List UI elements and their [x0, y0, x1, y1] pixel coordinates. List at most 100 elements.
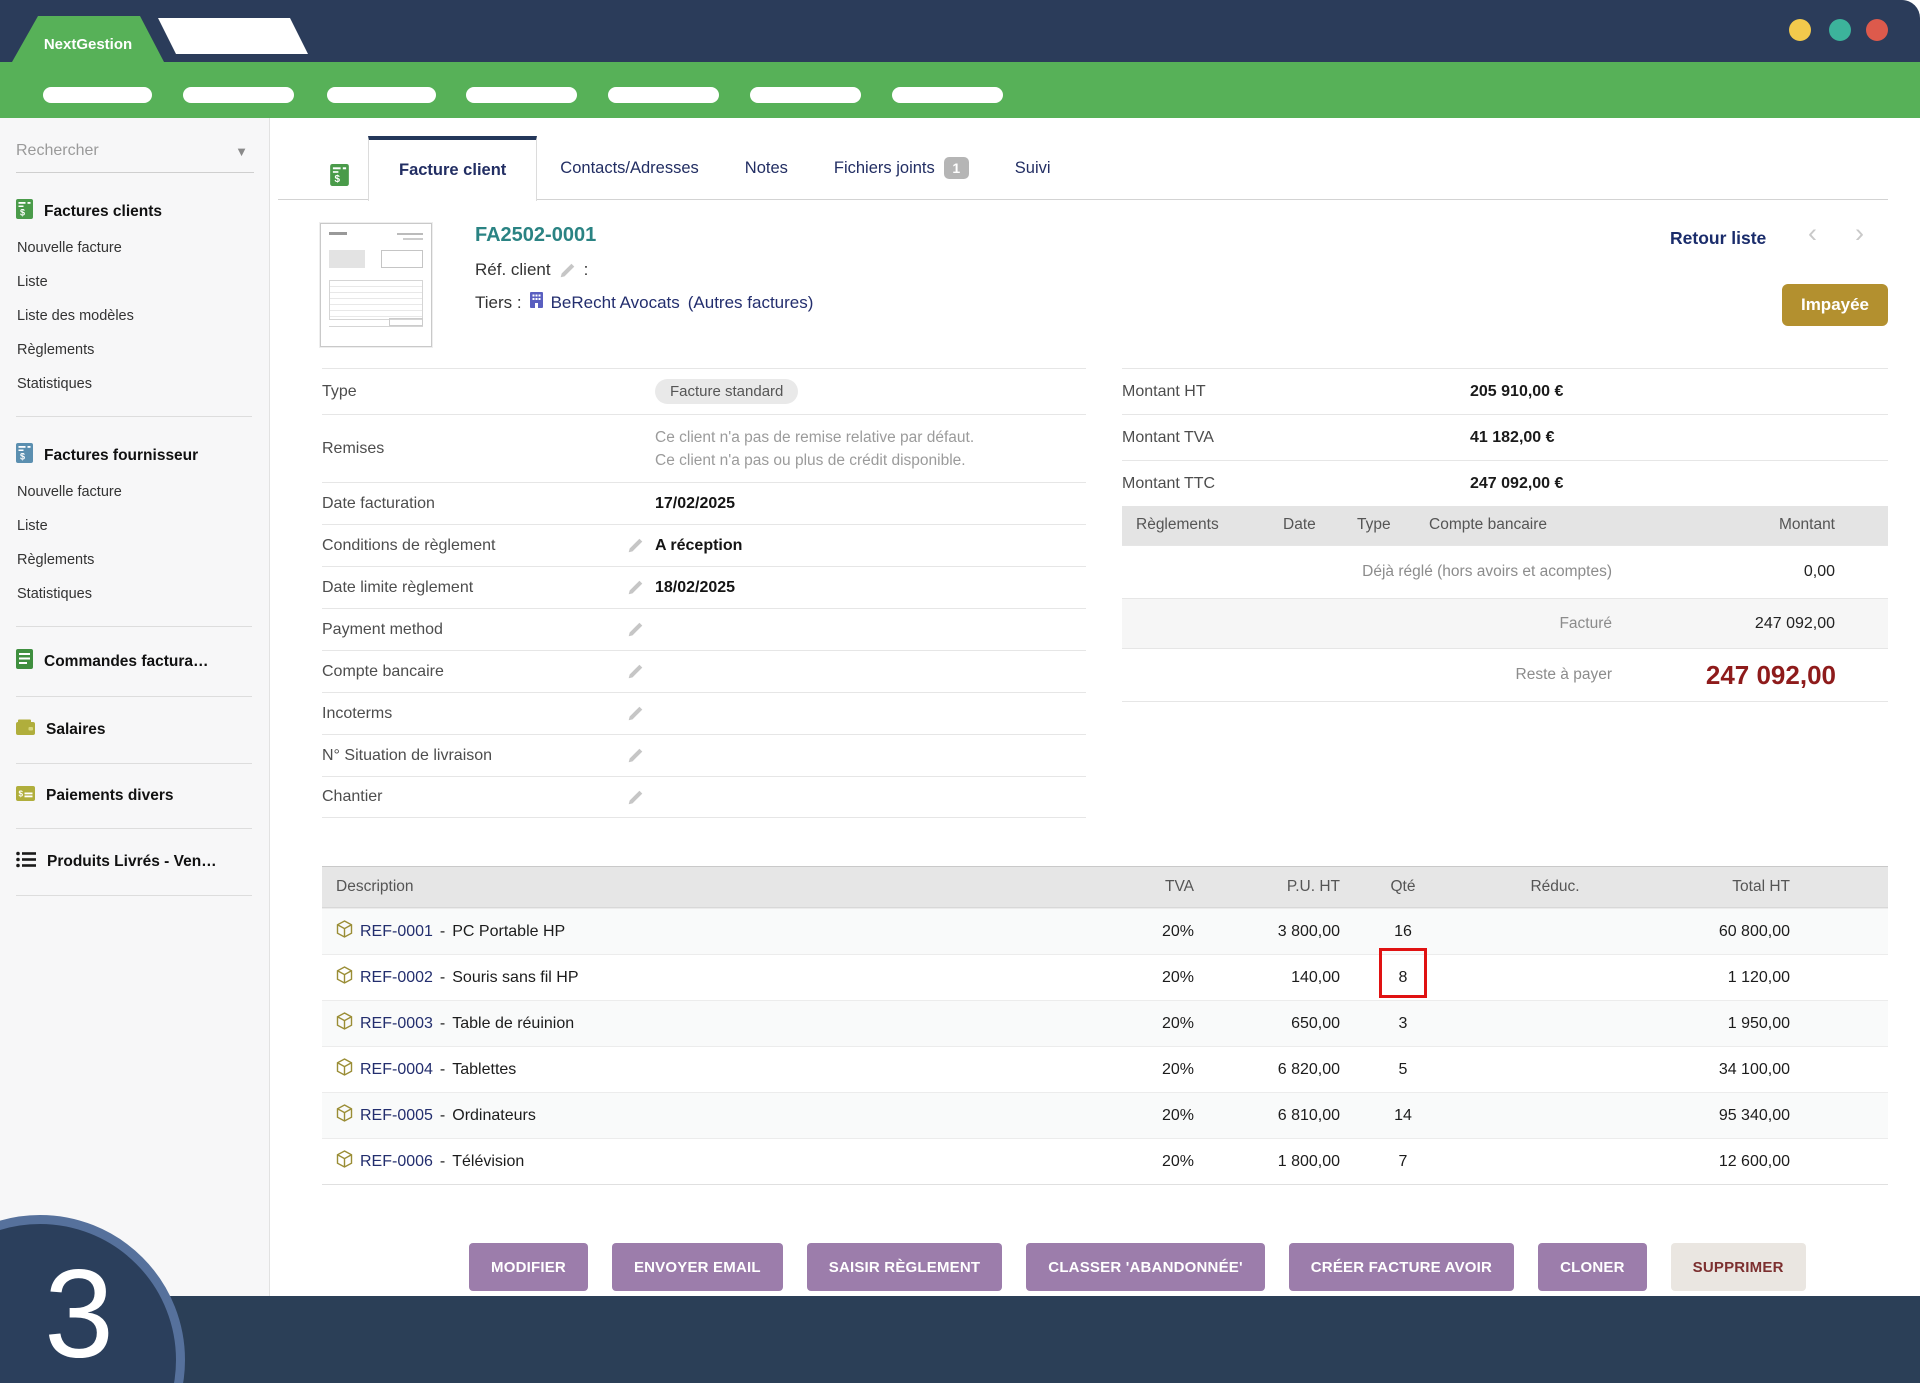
chevron-down-icon[interactable]: ▼ — [235, 144, 248, 159]
invoice-tab-icon: $ — [330, 164, 349, 191]
sidebar-title-factures-fournisseur[interactable]: $ Factures fournisseur — [16, 443, 253, 468]
product-ref-link[interactable]: REF-0002 — [360, 969, 433, 987]
sidebar-title-salaires[interactable]: Salaires — [16, 719, 253, 741]
detail-row-type: Type Facture standard — [322, 368, 1086, 414]
invoice-blue-icon: $ — [16, 443, 33, 468]
edit-pencil-icon[interactable] — [627, 621, 655, 638]
tab-fichiers-joints[interactable]: Fichiers joints 1 — [811, 136, 992, 200]
list-icon — [16, 851, 36, 873]
product-ref-link[interactable]: REF-0003 — [360, 1015, 433, 1033]
invoice-date-value: 17/02/2025 — [655, 495, 1086, 513]
search-placeholder: Rechercher — [16, 142, 99, 159]
divider — [16, 696, 252, 697]
main-menu-bar — [0, 62, 1920, 118]
payments-table-header: Règlements Date Type Compte bancaire Mon… — [1122, 506, 1888, 545]
tab-contacts-adresses[interactable]: Contacts/Adresses — [537, 136, 721, 200]
redacted-title-shape — [158, 18, 308, 54]
sidebar-item-statistiques-fournisseur[interactable]: Statistiques — [17, 585, 253, 604]
clone-button[interactable]: CLONER — [1538, 1243, 1647, 1291]
order-doc-icon — [16, 649, 33, 674]
edit-pencil-icon[interactable] — [627, 789, 655, 806]
thumb-decor — [329, 232, 347, 235]
window-close-icon[interactable] — [1866, 19, 1888, 41]
cube-icon — [336, 1104, 353, 1127]
edit-pencil-icon[interactable] — [627, 537, 655, 554]
cube-icon — [336, 966, 353, 989]
tiers-company-link[interactable]: BeRecht Avocats — [551, 293, 680, 313]
invoice-thumbnail[interactable] — [320, 223, 432, 347]
sidebar-title-produits-livres[interactable]: Produits Livrés - Ven… — [16, 851, 253, 873]
edit-pencil-icon[interactable] — [627, 747, 655, 764]
cube-icon — [336, 920, 353, 943]
chevron-right-icon[interactable]: › — [1855, 218, 1864, 249]
sidebar-section-factures-fournisseur: $ Factures fournisseur Nouvelle facture … — [16, 443, 253, 627]
product-label: Tablettes — [452, 1061, 516, 1079]
invoice-type-pill: Facture standard — [655, 379, 798, 404]
svg-text:$: $ — [20, 208, 25, 218]
modify-button[interactable]: MODIFIER — [469, 1243, 588, 1291]
menu-item-pill[interactable] — [750, 87, 861, 103]
delete-button[interactable]: SUPPRIMER — [1671, 1243, 1806, 1291]
table-bottom-border — [322, 1184, 1888, 1185]
tab-notes[interactable]: Notes — [722, 136, 811, 200]
edit-pencil-icon[interactable] — [627, 663, 655, 680]
payment-terms-value: A réception — [655, 537, 1086, 555]
sidebar-section-paiements-divers: $ Paiements divers — [16, 786, 253, 829]
sidebar-title-commandes[interactable]: Commandes factura… — [16, 649, 253, 674]
remaining-to-pay-row: Reste à payer 247 092,00 — [1122, 648, 1888, 702]
edit-pencil-icon[interactable] — [559, 262, 576, 279]
table-row: REF-0001 - PC Portable HP 20% 3 800,00 1… — [322, 908, 1888, 954]
app-window: NextGestion Rechercher ▼ $ Factures clie… — [0, 0, 1920, 1383]
send-email-button[interactable]: ENVOYER EMAIL — [612, 1243, 783, 1291]
menu-item-pill[interactable] — [43, 87, 152, 103]
chevron-left-icon[interactable]: ‹ — [1808, 218, 1817, 249]
menu-item-pill[interactable] — [183, 87, 294, 103]
classify-abandoned-button[interactable]: CLASSER 'ABANDONNÉE' — [1026, 1243, 1264, 1291]
sidebar-item-nouvelle-facture[interactable]: Nouvelle facture — [17, 239, 253, 258]
edit-pencil-icon[interactable] — [627, 705, 655, 722]
detail-row-date-limite: Date limite règlement 18/02/2025 — [322, 566, 1086, 608]
detail-row-remises: Remises Ce client n'a pas de remise rela… — [322, 414, 1086, 482]
due-date-value: 18/02/2025 — [655, 579, 1086, 597]
sidebar-title-paiements-divers[interactable]: $ Paiements divers — [16, 786, 253, 806]
sidebar-title-factures-clients[interactable]: $ Factures clients — [16, 199, 253, 224]
sidebar-item-reglements-fournisseur[interactable]: Règlements — [17, 551, 253, 570]
menu-item-pill[interactable] — [466, 87, 577, 103]
total-tva-value: 41 182,00 € — [1470, 429, 1555, 447]
tab-facture-client[interactable]: Facture client — [368, 136, 537, 201]
menu-item-pill[interactable] — [892, 87, 1003, 103]
product-ref-link[interactable]: REF-0006 — [360, 1153, 433, 1171]
sidebar-item-liste[interactable]: Liste — [17, 273, 253, 292]
menu-item-pill[interactable] — [608, 87, 719, 103]
sidebar-section-factures-clients: $ Factures clients Nouvelle facture List… — [16, 199, 253, 417]
edit-pencil-icon[interactable] — [627, 579, 655, 596]
sidebar-item-nouvelle-facture-fournisseur[interactable]: Nouvelle facture — [17, 483, 253, 502]
sidebar-item-liste-fournisseur[interactable]: Liste — [17, 517, 253, 536]
product-ref-link[interactable]: REF-0001 — [360, 923, 433, 941]
create-credit-note-button[interactable]: CRÉER FACTURE AVOIR — [1289, 1243, 1514, 1291]
sidebar-section-produits-livres: Produits Livrés - Ven… — [16, 851, 253, 896]
product-ref-link[interactable]: REF-0005 — [360, 1107, 433, 1125]
sidebar-item-statistiques[interactable]: Statistiques — [17, 375, 253, 394]
step-number: 3 — [29, 1252, 129, 1377]
svg-text:$: $ — [20, 452, 25, 462]
total-ttc-value: 247 092,00 € — [1470, 475, 1563, 493]
tab-bar: Facture client Contacts/Adresses Notes F… — [368, 136, 1074, 200]
sidebar-item-reglements[interactable]: Règlements — [17, 341, 253, 360]
menu-item-pill[interactable] — [327, 87, 436, 103]
sidebar-item-liste-des-modeles[interactable]: Liste des modèles — [17, 307, 253, 326]
ref-client-label: Réf. client — [475, 260, 551, 280]
enter-payment-button[interactable]: SAISIR RÈGLEMENT — [807, 1243, 1003, 1291]
tab-suivi[interactable]: Suivi — [992, 136, 1074, 200]
product-ref-link[interactable]: REF-0004 — [360, 1061, 433, 1079]
table-row: REF-0006 - Télévision 20% 1 800,00 7 12 … — [322, 1138, 1888, 1184]
remaining-to-pay-value: 247 092,00 — [1612, 660, 1888, 691]
retour-liste-link[interactable]: Retour liste — [1670, 228, 1766, 249]
tiers-other-invoices-link[interactable]: (Autres factures) — [688, 293, 814, 313]
attachments-count-badge: 1 — [944, 157, 969, 179]
window-minimize-icon[interactable] — [1789, 19, 1811, 41]
cube-icon — [336, 1058, 353, 1081]
wallet-icon — [16, 719, 35, 741]
window-maximize-icon[interactable] — [1829, 19, 1851, 41]
search-input[interactable]: Rechercher ▼ — [16, 136, 254, 173]
